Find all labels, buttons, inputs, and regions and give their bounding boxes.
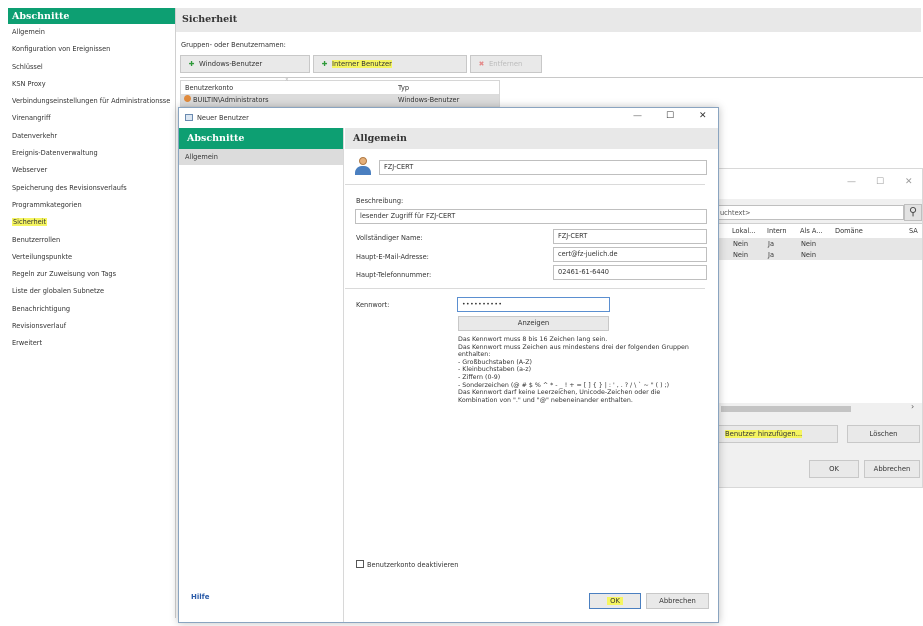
help-link[interactable]: Hilfe [191, 593, 209, 601]
disable-account-label: Benutzerkonto deaktivieren [367, 561, 459, 569]
minimize-icon[interactable]: — [633, 111, 642, 121]
search-icon[interactable]: ⚲ [904, 204, 922, 221]
users-dialog: — ☐ ✕ uchtext> ⚲ Lokal... Intern Als A..… [718, 168, 923, 488]
row-account: BUILTIN\Administrators [193, 96, 269, 104]
table-row[interactable]: BUILTIN\Administrators Windows-Benutzer [181, 94, 499, 106]
chevron-right-icon[interactable]: › [911, 402, 914, 411]
description-label: Beschreibung: [356, 197, 404, 205]
sidebar-item-erweitert[interactable]: Erweitert [8, 335, 175, 352]
sidebar-title: Abschnitte [8, 8, 175, 24]
new-user-dialog: Neuer Benutzer — ☐ ✕ Abschnitte Allgemei… [178, 107, 719, 623]
password-label: Kennwort: [356, 301, 390, 309]
group-label: Gruppen- oder Benutzernamen: [181, 41, 286, 49]
description-field[interactable]: lesender Zugriff für FZJ-CERT [355, 209, 707, 224]
sort-indicator-icon: ˣ [285, 76, 289, 85]
sections-sidebar: Abschnitte Allgemein Konfiguration von E… [8, 8, 176, 618]
table-row[interactable]: Nein Ja Nein [719, 249, 922, 260]
sidebar-item-programmkategorien[interactable]: Programmkategorien [8, 197, 175, 214]
scrollbar-thumb[interactable] [721, 406, 851, 412]
close-icon[interactable]: ✕ [905, 177, 913, 187]
user-icon [184, 95, 191, 102]
email-label: Haupt-E-Mail-Adresse: [356, 253, 429, 261]
search-input[interactable]: uchtext> [718, 205, 904, 220]
close-icon[interactable]: ✕ [699, 111, 707, 121]
dialog-section-header: Allgemein [345, 128, 718, 149]
horizontal-scrollbar[interactable]: › [719, 402, 922, 415]
sidebar-item-tag-regeln[interactable]: Regeln zur Zuweisung von Tags [8, 266, 175, 283]
sidebar-item-ksn-proxy[interactable]: KSN Proxy [8, 76, 175, 93]
ok-button[interactable]: OK [809, 460, 859, 478]
table-row[interactable]: Nein Ja Nein [719, 238, 922, 249]
dialog-sections-panel: Abschnitte Allgemein Hilfe [179, 128, 344, 622]
users-table: Lokal... Intern Als A... Domäne SA Nein … [719, 223, 922, 403]
cancel-button[interactable]: Abbrechen [864, 460, 920, 478]
disable-account-checkbox[interactable] [356, 560, 364, 568]
sidebar-item-virenangriff[interactable]: Virenangriff [8, 110, 175, 127]
main-title: Sicherheit [176, 8, 921, 32]
dialog-title: Neuer Benutzer [197, 114, 249, 122]
sidebar-item-verbindungseinstellungen[interactable]: Verbindungseinstellungen für Administrat… [8, 93, 175, 110]
divider [345, 288, 705, 289]
delete-button[interactable]: Löschen [847, 425, 920, 443]
sidebar-item-allgemein[interactable]: Allgemein [8, 24, 175, 41]
add-user-button[interactable]: Benutzer hinzufügen... [718, 425, 838, 443]
fullname-field[interactable]: FZJ-CERT [553, 229, 707, 244]
maximize-icon[interactable]: ☐ [876, 177, 884, 187]
password-rules: Das Kennwort muss 8 bis 16 Zeichen lang … [458, 336, 689, 404]
sidebar-item-benutzerrollen[interactable]: Benutzerrollen [8, 232, 175, 249]
row-type: Windows-Benutzer [398, 96, 460, 104]
ok-button[interactable]: OK [589, 593, 641, 609]
phone-label: Haupt-Telefonnummer: [356, 271, 432, 279]
accounts-table: Benutzerkonto Typ ˣ BUILTIN\Administrato… [180, 76, 500, 107]
users-table-header: Lokal... Intern Als A... Domäne SA [732, 227, 918, 235]
column-header-type: Typ [398, 84, 410, 92]
sidebar-item-revisionsverlauf[interactable]: Revisionsverlauf [8, 318, 175, 335]
sidebar-item-schluessel[interactable]: Schlüssel [8, 59, 175, 76]
sidebar-item-verteilungspunkte[interactable]: Verteilungspunkte [8, 249, 175, 266]
internal-user-button[interactable]: ✚ Interner Benutzer [313, 55, 467, 73]
minimize-icon[interactable]: — [847, 177, 856, 187]
windows-user-button[interactable]: ✚ Windows-Benutzer [180, 55, 310, 73]
divider [345, 184, 705, 185]
remove-icon: ✖ [478, 60, 485, 68]
app-icon [185, 114, 193, 121]
column-header-account: Benutzerkonto [185, 84, 234, 92]
username-field[interactable]: FZJ-CERT [379, 160, 707, 175]
show-password-button[interactable]: Anzeigen [458, 316, 609, 331]
sidebar-item-subnetze[interactable]: Liste der globalen Subnetze [8, 283, 175, 300]
user-avatar-icon [354, 156, 372, 176]
sidebar-item-revisionsverlauf-speicherung[interactable]: Speicherung des Revisionsverlaufs [8, 180, 175, 197]
maximize-icon[interactable]: ☐ [666, 111, 674, 121]
fullname-label: Vollständiger Name: [356, 234, 423, 242]
sidebar-item-webserver[interactable]: Webserver [8, 162, 175, 179]
add-icon: ✚ [188, 60, 195, 68]
new-user-dialog-titlebar: Neuer Benutzer — ☐ ✕ [179, 108, 718, 128]
email-field[interactable]: cert@fz-juelich.de [553, 247, 707, 262]
users-dialog-titlebar: — ☐ ✕ [719, 169, 922, 199]
cancel-button[interactable]: Abbrechen [646, 593, 709, 609]
dialog-sections-title: Abschnitte [179, 128, 343, 149]
password-field[interactable]: •••••••••• [457, 297, 610, 312]
sidebar-item-sicherheit[interactable]: Sicherheit [8, 214, 175, 231]
phone-field[interactable]: 02461-61-6440 [553, 265, 707, 280]
add-icon: ✚ [321, 60, 328, 68]
dialog-section-allgemein[interactable]: Allgemein [179, 149, 343, 165]
divider [180, 77, 923, 78]
remove-button[interactable]: ✖ Entfernen [470, 55, 542, 73]
sidebar-item-benachrichtigung[interactable]: Benachrichtigung [8, 301, 175, 318]
sidebar-item-ereignis-datenverwaltung[interactable]: Ereignis-Datenverwaltung [8, 145, 175, 162]
sidebar-item-datenverkehr[interactable]: Datenverkehr [8, 128, 175, 145]
sidebar-item-ereignisse[interactable]: Konfiguration von Ereignissen [8, 41, 175, 58]
